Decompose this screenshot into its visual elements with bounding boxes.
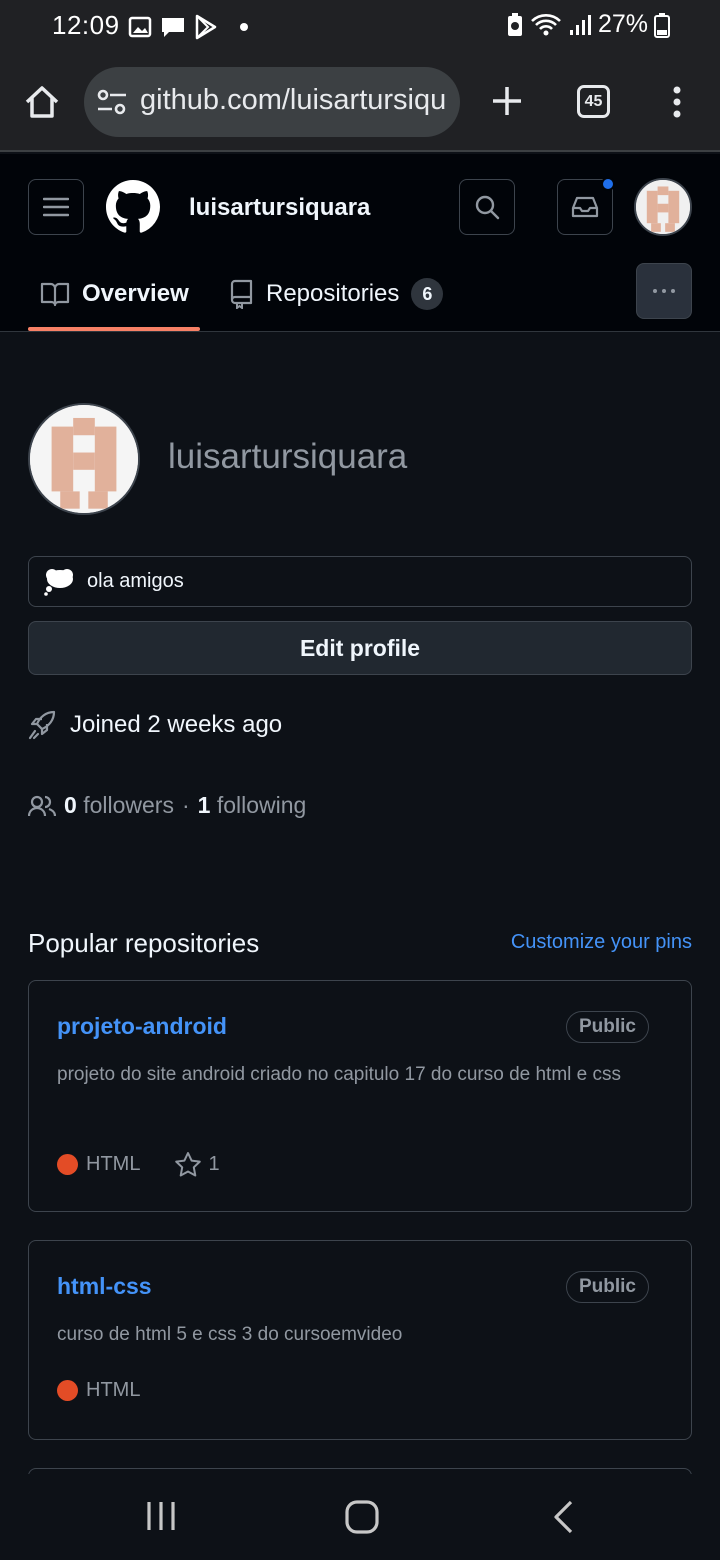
customize-pins-link[interactable]: Customize your pins bbox=[511, 931, 692, 954]
github-logo[interactable] bbox=[106, 180, 160, 239]
hamburger-icon bbox=[43, 197, 69, 217]
github-header: luisartursiquara Overview Repositories 6 bbox=[0, 154, 720, 332]
thought-balloon-icon bbox=[44, 568, 73, 596]
more-notifications-dot-icon bbox=[240, 23, 248, 31]
plus-icon bbox=[493, 87, 521, 115]
visibility-badge: Public bbox=[565, 1011, 649, 1043]
profile-username: luisartursiquara bbox=[168, 437, 408, 476]
battery-percent: 27% bbox=[597, 10, 648, 38]
repo-meta: HTML 1 bbox=[57, 1151, 220, 1177]
android-status-bar: 12:09 27% bbox=[0, 0, 720, 52]
repo-card: html-css Public curso de html 5 e css 3 … bbox=[28, 1240, 692, 1440]
message-notification-icon bbox=[162, 18, 184, 37]
joined-info: Joined 2 weeks ago bbox=[28, 710, 282, 740]
following-count: 1 bbox=[197, 792, 211, 818]
joined-text: Joined 2 weeks ago bbox=[70, 711, 283, 738]
recent-apps-icon[interactable] bbox=[146, 1500, 176, 1532]
more-vertical-icon bbox=[673, 86, 681, 118]
profile-avatar[interactable] bbox=[28, 403, 140, 515]
star-icon bbox=[175, 1152, 202, 1177]
following-link[interactable]: 1 following bbox=[198, 792, 307, 819]
search-button[interactable] bbox=[459, 179, 515, 235]
gallery-notification-icon bbox=[128, 16, 152, 38]
tab-switcher-button[interactable]: 45 bbox=[577, 85, 610, 118]
identicon-avatar-icon bbox=[30, 405, 138, 513]
github-octocat-icon bbox=[106, 180, 160, 233]
search-icon bbox=[475, 195, 500, 220]
home-nav-icon[interactable] bbox=[345, 1500, 379, 1534]
browser-menu-button[interactable] bbox=[670, 86, 684, 123]
followers-label: followers bbox=[83, 792, 174, 818]
user-status[interactable]: ola amigos bbox=[28, 556, 692, 607]
people-icon bbox=[28, 795, 56, 816]
active-tab-indicator bbox=[28, 327, 200, 331]
new-tab-button[interactable] bbox=[490, 84, 524, 123]
kebab-horizontal-icon bbox=[653, 289, 657, 293]
menu-button[interactable] bbox=[28, 179, 84, 235]
tab-overview-label: Overview bbox=[82, 280, 189, 307]
followers-link[interactable]: 0 followers bbox=[64, 792, 174, 819]
repo-description: projeto do site android criado no capitu… bbox=[57, 1064, 621, 1085]
popular-repositories-heading: Popular repositories bbox=[28, 928, 260, 958]
book-icon bbox=[40, 282, 70, 307]
home-button[interactable] bbox=[22, 82, 62, 127]
repo-card: projeto-android Public projeto do site a… bbox=[28, 980, 692, 1212]
header-username[interactable]: luisartursiquara bbox=[189, 194, 370, 222]
home-icon bbox=[25, 86, 59, 118]
battery-icon bbox=[654, 12, 670, 38]
repo-name-link[interactable]: html-css bbox=[57, 1273, 152, 1300]
header-avatar[interactable] bbox=[634, 178, 692, 236]
following-label: following bbox=[216, 792, 307, 818]
address-bar[interactable]: github.com/luisartursiquara bbox=[84, 67, 460, 137]
browser-toolbar: github.com/luisartursiquara 45 bbox=[0, 52, 720, 152]
status-time: 12:09 bbox=[52, 10, 120, 40]
repositories-count-badge: 6 bbox=[411, 278, 444, 310]
stargazers-link[interactable]: 1 bbox=[174, 1151, 220, 1177]
repo-language: HTML bbox=[86, 1152, 141, 1175]
battery-saver-icon bbox=[507, 12, 522, 36]
rocket-icon bbox=[28, 710, 56, 740]
android-navigation-bar bbox=[0, 1474, 720, 1560]
url-text: github.com/luisartursiquara bbox=[140, 84, 446, 116]
edit-profile-button[interactable]: Edit profile bbox=[28, 621, 692, 675]
status-text: ola amigos bbox=[87, 570, 184, 592]
tab-overview[interactable]: Overview bbox=[40, 258, 189, 330]
repo-description: curso de html 5 e css 3 do cursoemvideo bbox=[57, 1324, 403, 1345]
more-tabs-button[interactable] bbox=[636, 263, 692, 319]
repo-icon bbox=[230, 279, 253, 309]
play-store-notification-icon bbox=[195, 14, 217, 40]
tab-repositories-label: Repositories bbox=[266, 280, 400, 307]
follow-stats: 0 followers · 1 following bbox=[28, 792, 306, 819]
wifi-icon bbox=[531, 13, 561, 35]
signal-icon bbox=[569, 14, 591, 35]
language-color-dot bbox=[57, 1153, 78, 1175]
inbox-icon bbox=[571, 196, 599, 218]
back-icon[interactable] bbox=[552, 1500, 574, 1534]
tab-repositories[interactable]: Repositories 6 bbox=[230, 258, 444, 330]
star-count: 1 bbox=[208, 1152, 220, 1175]
identicon-avatar-icon bbox=[636, 180, 690, 234]
follow-separator: · bbox=[181, 792, 190, 818]
unread-notification-dot bbox=[601, 177, 615, 191]
followers-count: 0 bbox=[64, 792, 77, 818]
language-color-dot bbox=[57, 1380, 78, 1401]
visibility-badge: Public bbox=[565, 1271, 649, 1303]
repo-meta: HTML bbox=[57, 1379, 140, 1402]
repo-name-link[interactable]: projeto-android bbox=[57, 1013, 227, 1040]
repo-language: HTML bbox=[86, 1379, 141, 1401]
site-settings-icon[interactable] bbox=[96, 87, 128, 117]
